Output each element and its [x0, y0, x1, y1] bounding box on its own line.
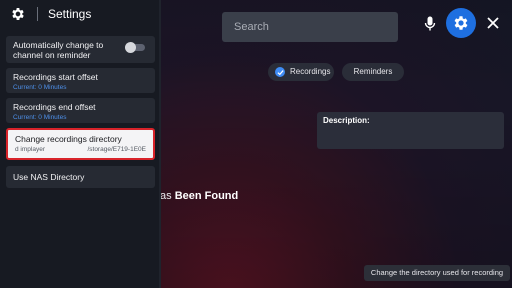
close-icon: [487, 17, 499, 29]
search-input[interactable]: Search: [222, 12, 398, 42]
gear-icon: [454, 16, 468, 30]
empty-state-prefix: as: [160, 190, 175, 202]
setting-title: Automatically change to channel on remin…: [13, 40, 104, 60]
empty-state-message: as Been Found: [160, 190, 238, 202]
settings-panel: Settings Automatically change to channel…: [0, 0, 161, 288]
microphone-icon: [424, 16, 436, 31]
setting-use-nas-directory[interactable]: Use NAS Directory: [6, 166, 155, 188]
directory-path: d implayer /storage/E719-1E0E: [15, 146, 146, 153]
setting-title: Recordings start offset: [13, 72, 98, 82]
tab-recordings-label: Recordings: [290, 67, 331, 76]
directory-path-right: /storage/E719-1E0E: [87, 146, 146, 153]
setting-recordings-start-offset[interactable]: Recordings start offset Current: 0 Minut…: [6, 68, 155, 93]
header-divider: [37, 7, 38, 21]
description-card: Description:: [317, 112, 504, 149]
setting-recordings-end-offset[interactable]: Recordings end offset Current: 0 Minutes: [6, 98, 155, 123]
setting-title: Recordings end offset: [13, 102, 96, 112]
setting-change-recordings-directory[interactable]: Change recordings directory d implayer /…: [6, 128, 155, 160]
setting-subtitle: Current: 0 Minutes: [13, 84, 67, 91]
setting-auto-change-channel[interactable]: Automatically change to channel on remin…: [6, 36, 155, 63]
tab-recordings[interactable]: Recordings: [268, 63, 334, 81]
microphone-button[interactable]: [419, 12, 441, 36]
settings-header: Settings: [0, 0, 161, 30]
tab-reminders[interactable]: Reminders: [342, 63, 404, 81]
check-icon: [275, 67, 285, 77]
auto-change-toggle[interactable]: [125, 42, 145, 53]
setting-title: Use NAS Directory: [13, 172, 85, 182]
empty-state-emphasis: Been Found: [174, 190, 239, 202]
gear-icon: [12, 8, 24, 20]
tab-reminders-label: Reminders: [353, 67, 393, 76]
directory-path-left: d implayer: [15, 146, 45, 153]
toggle-knob: [125, 42, 136, 53]
settings-button[interactable]: [446, 8, 476, 38]
tooltip: Change the directory used for recording: [364, 265, 510, 281]
description-label: Description:: [323, 116, 370, 125]
setting-title: Change recordings directory: [15, 134, 122, 144]
close-button[interactable]: [484, 14, 502, 32]
settings-title: Settings: [48, 7, 92, 21]
setting-subtitle: Current: 0 Minutes: [13, 114, 67, 121]
